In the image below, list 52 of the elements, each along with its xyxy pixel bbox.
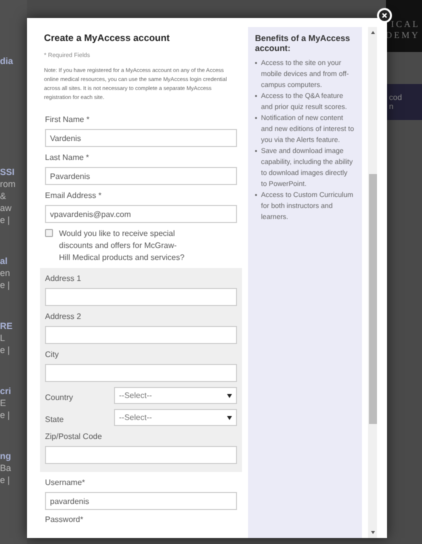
background-text: aw <box>0 203 13 214</box>
background-text: al <box>0 256 9 267</box>
field-label: Password* <box>45 515 84 524</box>
scroll-up-icon[interactable] <box>370 31 374 34</box>
caret-icon <box>227 394 232 398</box>
input-field[interactable]: vpavardenis@pav.com <box>45 205 237 224</box>
background-text: & <box>0 191 8 202</box>
background-text: e | <box>0 215 11 226</box>
input-field[interactable] <box>45 364 237 382</box>
checkbox[interactable] <box>45 229 53 238</box>
background-text: e | <box>0 345 11 356</box>
field-label: Country <box>45 392 74 404</box>
background-text: e | <box>0 280 11 291</box>
logo-text: ICAL <box>391 19 420 30</box>
background-text: n <box>389 102 394 111</box>
scroll-down-icon[interactable] <box>370 531 374 534</box>
dropdown[interactable]: --Select-- <box>114 409 237 426</box>
input-field[interactable] <box>45 288 237 306</box>
field-label: Last Name * <box>45 152 90 164</box>
background-text: dia <box>0 56 14 67</box>
caret-icon <box>227 416 232 420</box>
background-text: cri <box>0 386 12 397</box>
background-text: en <box>0 268 12 279</box>
background-text: SSI <box>0 167 16 178</box>
dialog-title: Create a MyAccess account <box>44 32 171 46</box>
field-label: Zip/Postal Code <box>45 431 103 444</box>
dropdown[interactable]: --Select-- <box>114 387 237 404</box>
field-label: Address 1 <box>45 273 82 286</box>
background-text: e | <box>0 410 11 421</box>
input-field[interactable] <box>45 446 237 464</box>
scrollbar-thumb[interactable] <box>368 174 376 424</box>
close-icon <box>382 13 387 18</box>
background-text: Ba <box>0 463 12 474</box>
background-text: E <box>0 398 8 409</box>
input-field[interactable]: pavardenis <box>45 492 237 510</box>
input-field[interactable] <box>45 326 237 344</box>
field-label: Username* <box>45 477 86 490</box>
background-text: rom <box>0 179 16 190</box>
background-text: ng <box>0 451 12 462</box>
field-label: Email Address * <box>45 190 102 202</box>
background-text: RE <box>0 321 14 332</box>
input-field[interactable]: Pavardenis <box>45 167 237 186</box>
background-text: L <box>0 333 6 344</box>
benefits-title: Benefits of a MyAccess account: <box>255 33 351 53</box>
background-text: cod <box>389 93 403 102</box>
input-field[interactable]: Vardenis <box>45 129 237 148</box>
field-label: State <box>45 414 65 426</box>
checkbox-label: Would you like to receive special discounts and offers for McGraw-Hill Medical products and services? <box>59 228 186 264</box>
background-text: e | <box>0 475 11 486</box>
field-label: Address 2 <box>45 311 82 324</box>
field-label: City <box>45 349 60 362</box>
field-label: First Name * <box>45 114 90 126</box>
